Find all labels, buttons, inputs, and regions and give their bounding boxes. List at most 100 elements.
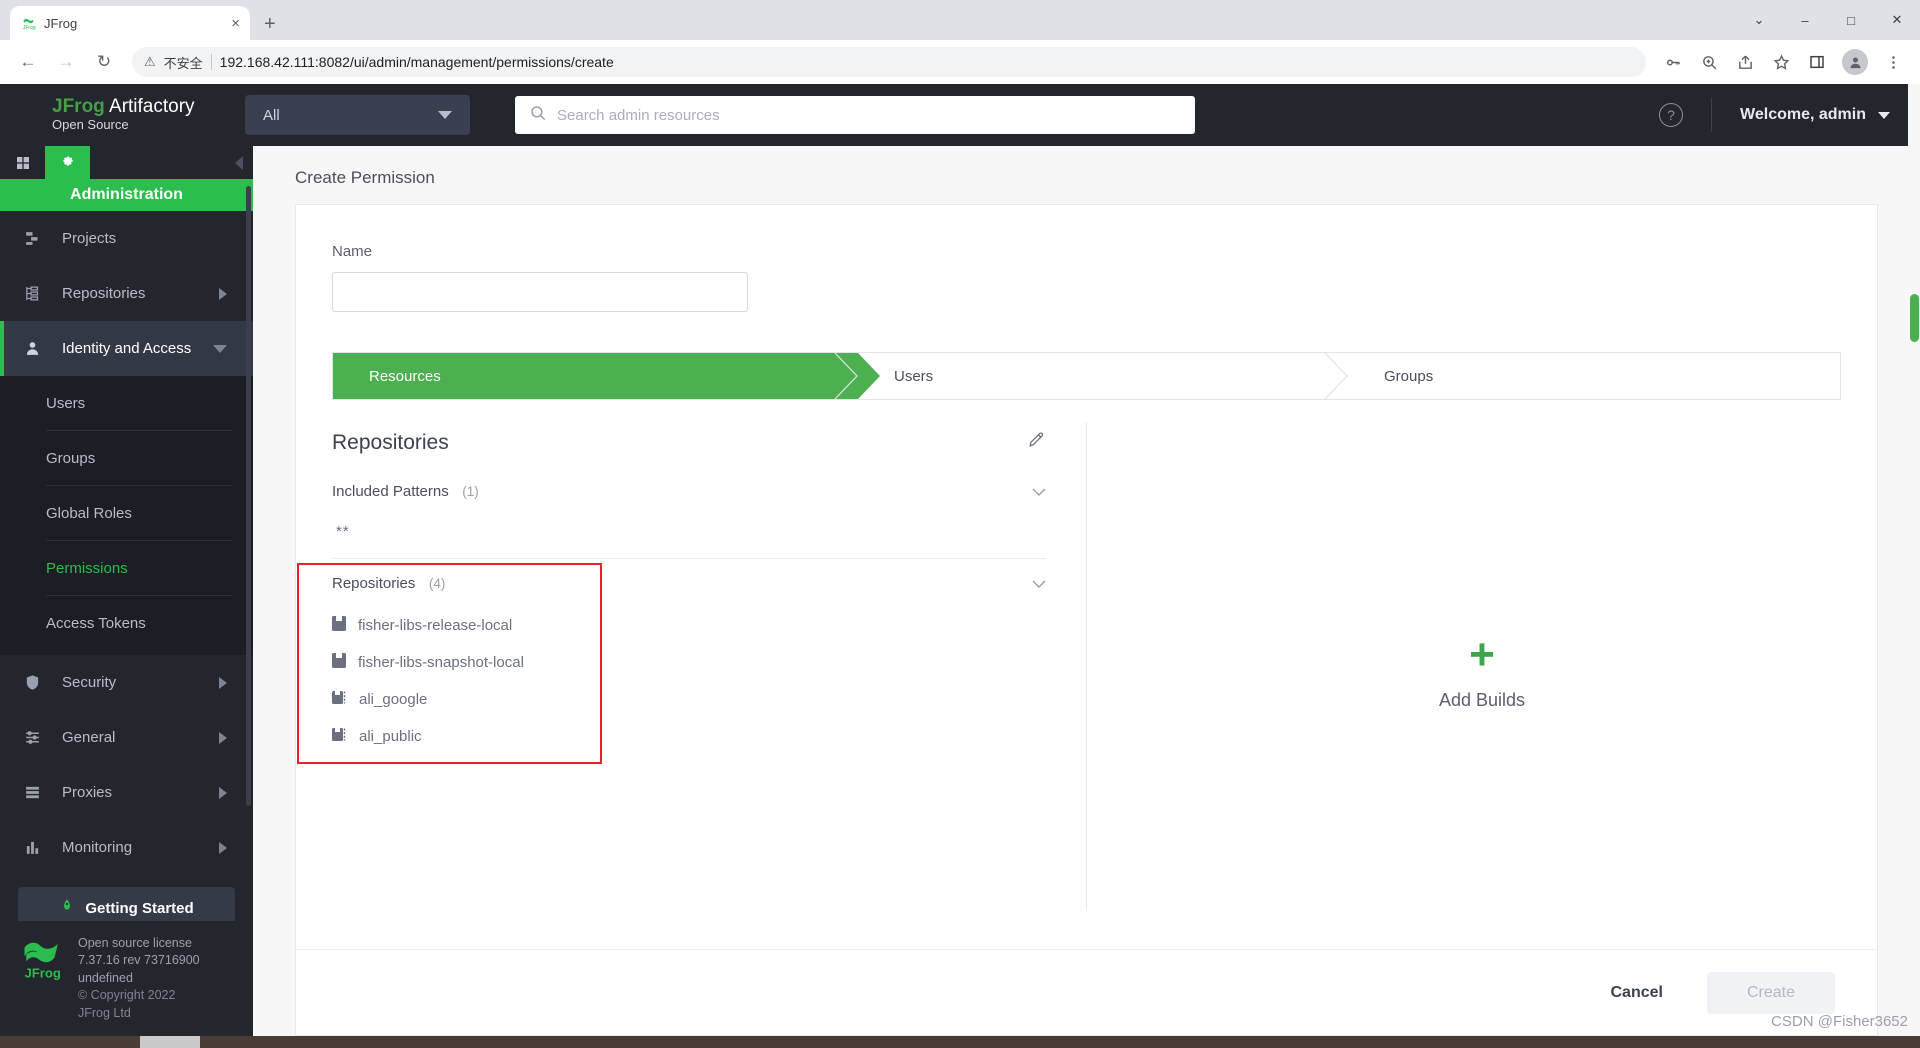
profile-icon[interactable]: [1842, 49, 1868, 75]
maximize-icon[interactable]: □: [1828, 3, 1874, 37]
page-scrollbar-thumb[interactable]: [1910, 294, 1919, 342]
app-header: JFrog Artifactory Open Source All ? Welc…: [0, 84, 1920, 146]
remote-repo-icon: [332, 690, 347, 709]
user-menu[interactable]: Welcome, admin: [1740, 106, 1890, 124]
key-icon[interactable]: [1658, 47, 1688, 77]
cancel-button[interactable]: Cancel: [1589, 974, 1685, 1012]
back-icon[interactable]: ←: [12, 46, 44, 78]
app-body: Administration Projects Repositories Ide…: [0, 146, 1920, 1036]
list-item[interactable]: ali_google: [332, 681, 1086, 718]
sidebar-item-general[interactable]: General: [0, 710, 253, 765]
side-panel-icon[interactable]: [1802, 47, 1832, 77]
share-icon[interactable]: [1730, 47, 1760, 77]
forward-icon[interactable]: →: [50, 46, 82, 78]
create-permission-card: Name Resources Users Groups Repositories…: [295, 204, 1878, 1036]
chevron-down-icon[interactable]: [1032, 485, 1046, 500]
taskbar-segment: [0, 1036, 140, 1048]
included-patterns-header[interactable]: Included Patterns (1): [332, 483, 1086, 501]
help-icon[interactable]: ?: [1659, 103, 1684, 127]
name-input[interactable]: [332, 272, 748, 312]
taskbar: [0, 1036, 1920, 1048]
sidebar-item-permissions[interactable]: Permissions: [0, 541, 253, 596]
sliders-icon: [22, 729, 42, 746]
browser-tab[interactable]: JFrog JFrog ×: [10, 6, 250, 40]
tab-resources[interactable]: Resources: [333, 353, 880, 399]
sidebar-item-groups[interactable]: Groups: [0, 431, 253, 486]
builds-panel: + Add Builds: [1087, 402, 1877, 949]
sidebar-item-repositories[interactable]: Repositories: [0, 266, 253, 321]
tab-groups[interactable]: Groups: [1324, 353, 1840, 399]
browser-toolbar: ← → ↻ ⚠ 不安全 192.168.42.111:8082/ui/admin…: [0, 40, 1920, 84]
page-viewport: JFrog Artifactory Open Source All ? Welc…: [0, 84, 1920, 1036]
close-window-icon[interactable]: ✕: [1874, 3, 1920, 37]
included-patterns-count: (1): [462, 484, 479, 499]
reload-icon[interactable]: ↻: [88, 46, 120, 78]
global-search[interactable]: [515, 96, 1195, 134]
sidebar-item-label: Proxies: [62, 784, 113, 801]
administration-gear-icon[interactable]: [45, 146, 90, 179]
brand-jfrog: JFrog: [52, 96, 105, 117]
page-title: Create Permission: [295, 168, 435, 187]
shield-icon: [22, 674, 42, 691]
sidebar-item-label: Monitoring: [62, 839, 133, 856]
sidebar-item-projects[interactable]: Projects: [0, 211, 253, 266]
tab-label: Resources: [369, 367, 441, 385]
repository-name: ali_public: [359, 728, 422, 745]
search-icon: [529, 104, 547, 127]
panel-title-label: Repositories: [332, 430, 449, 454]
getting-started-button[interactable]: Getting Started: [18, 887, 235, 921]
search-scope-select[interactable]: All: [245, 95, 470, 135]
repositories-panel: Repositories Included Patterns (1) ** Re…: [296, 402, 1086, 949]
sidebar-item-proxies[interactable]: Proxies: [0, 765, 253, 820]
sidebar-collapse-icon[interactable]: [235, 155, 243, 170]
new-tab-button[interactable]: +: [264, 14, 276, 34]
list-item[interactable]: fisher-libs-release-local: [332, 607, 1086, 644]
repositories-header[interactable]: Repositories (4): [332, 575, 1086, 593]
user-icon: [22, 340, 42, 357]
sidebar-item-identity-and-access[interactable]: Identity and Access: [0, 321, 253, 376]
repositories-icon: [22, 285, 42, 302]
tab-users[interactable]: Users: [834, 353, 1348, 399]
add-builds-button[interactable]: + Add Builds: [1438, 633, 1526, 711]
chevron-right-icon: [219, 287, 227, 300]
sidebar-item-access-tokens[interactable]: Access Tokens: [0, 596, 253, 651]
sidebar-top-tabs: [0, 146, 253, 179]
sidebar-nav: Projects Repositories Identity and Acces…: [0, 211, 253, 921]
sidebar-item-label: Security: [62, 674, 117, 691]
sidebar-item-users[interactable]: Users: [0, 376, 253, 431]
sidebar-item-monitoring[interactable]: Monitoring: [0, 820, 253, 875]
zoom-icon[interactable]: [1694, 47, 1724, 77]
pencil-icon[interactable]: [1027, 430, 1046, 455]
sidebar-item-global-roles[interactable]: Global Roles: [0, 486, 253, 541]
repository-name: ali_google: [359, 691, 428, 708]
list-item[interactable]: fisher-libs-snapshot-local: [332, 644, 1086, 681]
more-menu-icon[interactable]: [1878, 47, 1908, 77]
chevron-down-icon[interactable]: [1032, 577, 1046, 592]
wizard-separator: [834, 353, 858, 399]
apps-grid-icon[interactable]: [0, 146, 45, 179]
add-builds-label: Add Builds: [1438, 690, 1526, 710]
tab-label: Users: [894, 367, 934, 385]
page-scrollbar[interactable]: [1908, 84, 1920, 1036]
pattern-value: **: [336, 523, 350, 540]
app-logo[interactable]: JFrog Artifactory Open Source: [0, 97, 245, 133]
create-button[interactable]: Create: [1706, 971, 1835, 1014]
repositories-section: Repositories (4) fisher-libs-release-loc…: [297, 563, 1086, 764]
browser-window: JFrog JFrog × + ⌄ – □ ✕ ← → ↻ ⚠ 不安全 192.…: [0, 0, 1920, 1048]
address-bar[interactable]: ⚠ 不安全 192.168.42.111:8082/ui/admin/manag…: [132, 47, 1646, 77]
star-icon[interactable]: [1766, 47, 1796, 77]
sidebar-item-label: Projects: [62, 230, 117, 247]
license-line-2: 7.37.16 rev 73716900: [78, 953, 200, 967]
search-input[interactable]: [557, 106, 1181, 124]
brand-edition: Open Source: [52, 117, 129, 132]
close-icon[interactable]: ×: [231, 16, 240, 31]
list-item[interactable]: ali_public: [332, 718, 1086, 755]
sidebar-item-security[interactable]: Security: [0, 655, 253, 710]
minimize-icon[interactable]: –: [1782, 3, 1828, 37]
chevron-down-icon[interactable]: ⌄: [1736, 3, 1782, 37]
card-footer: Cancel Create: [296, 949, 1877, 1035]
sidebar-scrollbar[interactable]: [246, 186, 251, 806]
welcome-label: Welcome, admin: [1740, 106, 1866, 123]
watermark: CSDN @Fisher3652: [1771, 1013, 1908, 1030]
license-line-3: undefined: [78, 970, 133, 985]
